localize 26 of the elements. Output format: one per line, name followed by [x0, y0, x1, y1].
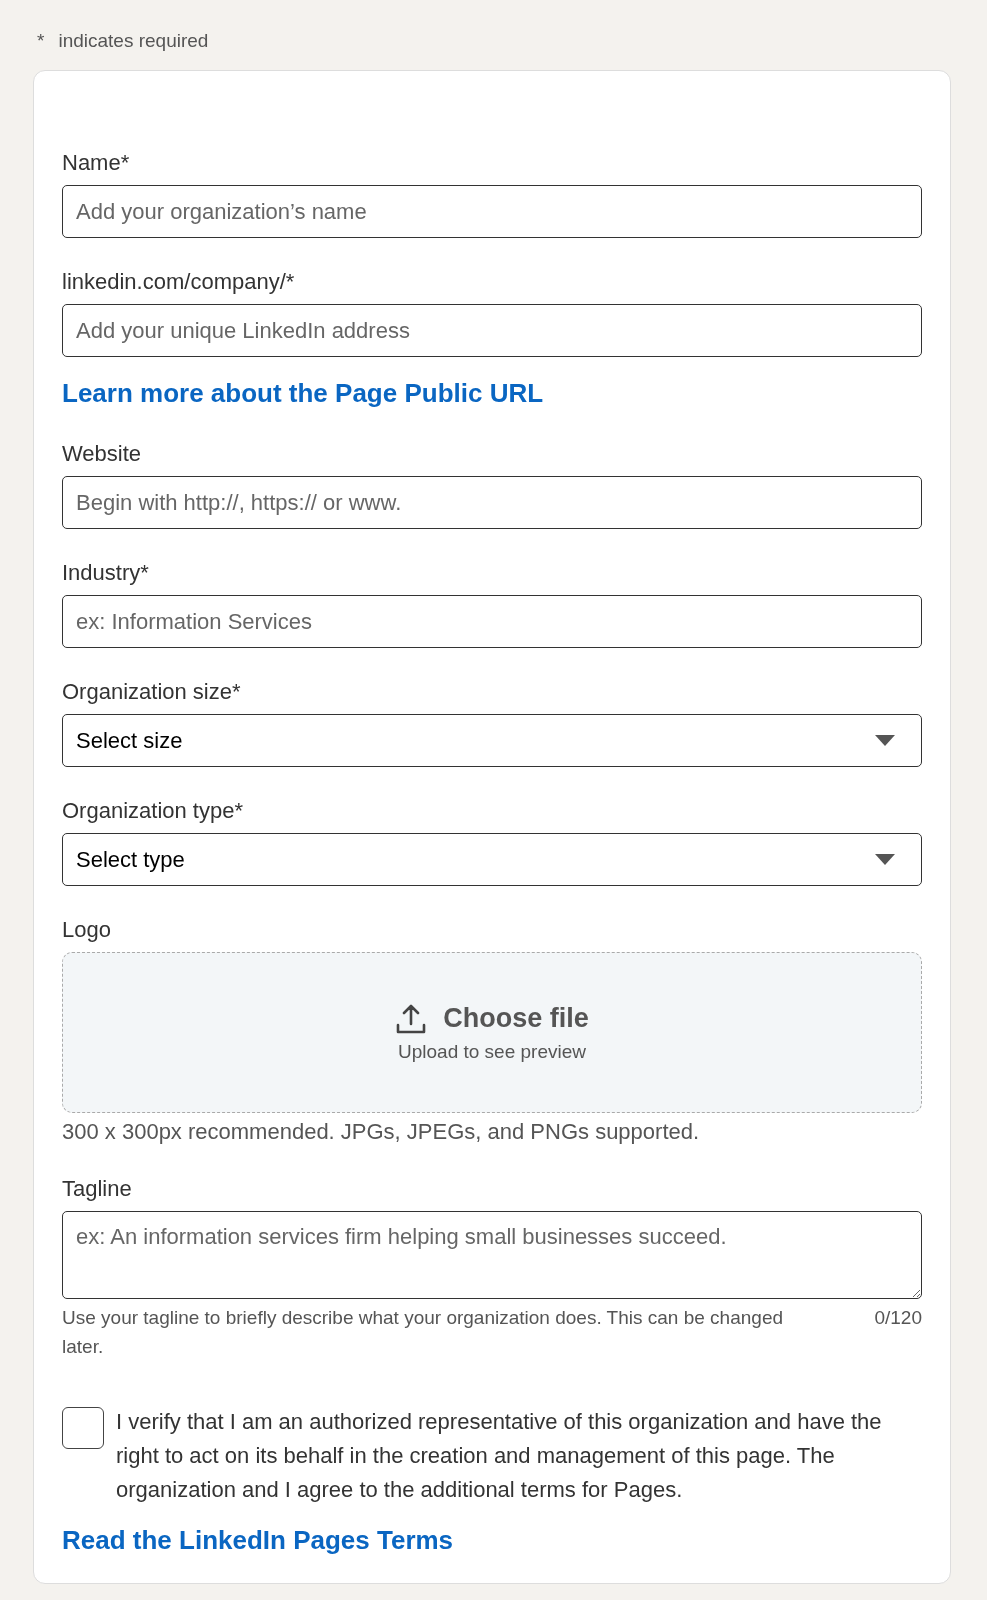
text-field[interactable]: Begin with http://, https:// or www.: [62, 476, 922, 529]
dropdown-field[interactable]: Select size: [62, 714, 922, 767]
choose-file-button[interactable]: Choose file: [395, 1002, 589, 1035]
learn-more-link[interactable]: Learn more about the Page Public URL: [62, 376, 544, 410]
logo-hint: 300 x 300px recommended. JPGs, JPEGs, and PNGs supported.: [62, 1119, 701, 1145]
verify-statement: I verify that I am an authorized representative of this organization and have the right to act on its behalf in the creation and management of this page. The organization and I agree to the additional terms for Pages.: [116, 1408, 883, 1504]
tagline-field[interactable]: ex: An information services firm helping small businesses succeed.: [62, 1211, 922, 1299]
text-field[interactable]: ex: Information Services: [62, 595, 922, 648]
tagline-hint: Use your tagline to briefly describe what your organization does. This can be changed later.: [62, 1306, 785, 1359]
dropdown-field[interactable]: Select type: [62, 833, 922, 886]
required-mark: *: [37, 30, 45, 52]
field-label: Industry*: [62, 559, 150, 587]
field-label: Name*: [62, 149, 131, 177]
text-field[interactable]: Add your unique LinkedIn address: [62, 304, 922, 357]
upload-subtext: Upload to see preview: [398, 1040, 586, 1063]
field-label: Website: [62, 440, 143, 468]
field-label: Logo: [62, 916, 112, 944]
upload-dropzone[interactable]: Choose file Upload to see preview: [62, 952, 922, 1113]
character-counter: 0/120: [874, 1306, 922, 1330]
text-field[interactable]: Add your organization’s name: [62, 185, 922, 238]
field-label: linkedin.com/company/*: [62, 268, 296, 296]
field-label: Tagline: [62, 1175, 133, 1203]
required-note: indicates required: [58, 30, 209, 52]
terms-link[interactable]: Read the LinkedIn Pages Terms: [62, 1523, 454, 1557]
field-label: Organization size*: [62, 678, 242, 706]
field-label: Organization type*: [62, 797, 244, 825]
